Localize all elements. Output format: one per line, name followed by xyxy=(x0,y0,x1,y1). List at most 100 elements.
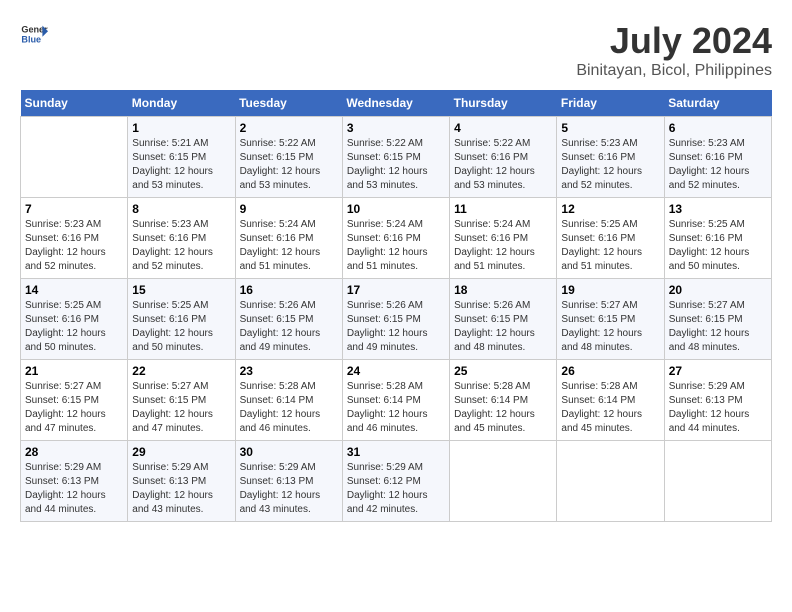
day-number: 28 xyxy=(25,445,123,459)
calendar-cell: 16 Sunrise: 5:26 AMSunset: 6:15 PMDayligh… xyxy=(235,279,342,360)
calendar-cell: 4Sunrise: 5:22 AMSunset: 6:16 PMDaylight… xyxy=(450,117,557,198)
title-area: July 2024 Binitayan, Bicol, Philippines xyxy=(576,20,772,80)
calendar-cell: 17 Sunrise: 5:26 AMSunset: 6:15 PMDayligh… xyxy=(342,279,449,360)
day-info: Sunrise: 5:28 AMSunset: 6:14 PMDaylight:… xyxy=(240,380,338,436)
day-number: 29 xyxy=(132,445,230,459)
day-number: 25 xyxy=(454,364,552,378)
calendar-table: SundayMondayTuesdayWednesdayThursdayFrid… xyxy=(20,90,772,522)
calendar-cell: 11Sunrise: 5:24 AMSunset: 6:16 PMDayligh… xyxy=(450,198,557,279)
day-info: Sunrise: 5:24 AMSunset: 6:16 PMDaylight:… xyxy=(240,218,338,274)
calendar-cell: 2 Sunrise: 5:22 AMSunset: 6:15 PMDaylight… xyxy=(235,117,342,198)
day-number: 21 xyxy=(25,364,123,378)
header-day: Wednesday xyxy=(342,90,449,117)
day-info: Sunrise: 5:25 AMSunset: 6:16 PMDaylight:… xyxy=(561,218,659,274)
svg-text:Blue: Blue xyxy=(21,34,41,44)
day-info: Sunrise: 5:22 AMSunset: 6:15 PMDaylight:… xyxy=(240,137,338,193)
day-info: Sunrise: 5:23 AMSunset: 6:16 PMDaylight:… xyxy=(669,137,767,193)
calendar-cell: 13Sunrise: 5:25 AMSunset: 6:16 PMDayligh… xyxy=(664,198,771,279)
header-day: Saturday xyxy=(664,90,771,117)
calendar-cell: 27 Sunrise: 5:29 AMSunset: 6:13 PMDayligh… xyxy=(664,360,771,441)
calendar-cell: 5 Sunrise: 5:23 AMSunset: 6:16 PMDaylight… xyxy=(557,117,664,198)
day-info: Sunrise: 5:27 AMSunset: 6:15 PMDaylight:… xyxy=(669,299,767,355)
day-number: 22 xyxy=(132,364,230,378)
calendar-cell: 22 Sunrise: 5:27 AMSunset: 6:15 PMDayligh… xyxy=(128,360,235,441)
day-info: Sunrise: 5:27 AMSunset: 6:15 PMDaylight:… xyxy=(25,380,123,436)
logo-icon: General Blue xyxy=(20,20,48,48)
day-info: Sunrise: 5:29 AMSunset: 6:13 PMDaylight:… xyxy=(669,380,767,436)
calendar-cell: 14 Sunrise: 5:25 AMSunset: 6:16 PMDayligh… xyxy=(21,279,128,360)
day-info: Sunrise: 5:26 AMSunset: 6:15 PMDaylight:… xyxy=(454,299,552,355)
calendar-cell: 7 Sunrise: 5:23 AMSunset: 6:16 PMDaylight… xyxy=(21,198,128,279)
day-number: 2 xyxy=(240,121,338,135)
day-info: Sunrise: 5:26 AMSunset: 6:15 PMDaylight:… xyxy=(240,299,338,355)
day-number: 7 xyxy=(25,202,123,216)
day-info: Sunrise: 5:23 AMSunset: 6:16 PMDaylight:… xyxy=(561,137,659,193)
calendar-cell: 19 Sunrise: 5:27 AMSunset: 6:15 PMDayligh… xyxy=(557,279,664,360)
calendar-cell: 1 Sunrise: 5:21 AMSunset: 6:15 PMDaylight… xyxy=(128,117,235,198)
day-number: 27 xyxy=(669,364,767,378)
day-number: 14 xyxy=(25,283,123,297)
day-info: Sunrise: 5:29 AMSunset: 6:13 PMDaylight:… xyxy=(132,461,230,517)
day-number: 30 xyxy=(240,445,338,459)
calendar-cell: 8Sunrise: 5:23 AMSunset: 6:16 PMDaylight… xyxy=(128,198,235,279)
day-info: Sunrise: 5:29 AMSunset: 6:12 PMDaylight:… xyxy=(347,461,445,517)
calendar-cell: 12 Sunrise: 5:25 AMSunset: 6:16 PMDayligh… xyxy=(557,198,664,279)
day-info: Sunrise: 5:28 AMSunset: 6:14 PMDaylight:… xyxy=(561,380,659,436)
day-number: 24 xyxy=(347,364,445,378)
day-info: Sunrise: 5:21 AMSunset: 6:15 PMDaylight:… xyxy=(132,137,230,193)
day-number: 10 xyxy=(347,202,445,216)
day-number: 19 xyxy=(561,283,659,297)
calendar-cell: 24 Sunrise: 5:28 AMSunset: 6:14 PMDayligh… xyxy=(342,360,449,441)
day-info: Sunrise: 5:27 AMSunset: 6:15 PMDaylight:… xyxy=(132,380,230,436)
day-number: 6 xyxy=(669,121,767,135)
page-header: General Blue July 2024 Binitayan, Bicol,… xyxy=(20,20,772,80)
day-number: 11 xyxy=(454,202,552,216)
header-day: Tuesday xyxy=(235,90,342,117)
day-number: 12 xyxy=(561,202,659,216)
day-number: 15 xyxy=(132,283,230,297)
day-number: 20 xyxy=(669,283,767,297)
day-number: 17 xyxy=(347,283,445,297)
calendar-cell: 9Sunrise: 5:24 AMSunset: 6:16 PMDaylight… xyxy=(235,198,342,279)
calendar-week-row: 14 Sunrise: 5:25 AMSunset: 6:16 PMDayligh… xyxy=(21,279,772,360)
day-number: 5 xyxy=(561,121,659,135)
calendar-cell: 18 Sunrise: 5:26 AMSunset: 6:15 PMDayligh… xyxy=(450,279,557,360)
day-info: Sunrise: 5:28 AMSunset: 6:14 PMDaylight:… xyxy=(347,380,445,436)
calendar-cell: 28 Sunrise: 5:29 AMSunset: 6:13 PMDayligh… xyxy=(21,441,128,522)
day-number: 26 xyxy=(561,364,659,378)
calendar-cell: 20 Sunrise: 5:27 AMSunset: 6:15 PMDayligh… xyxy=(664,279,771,360)
calendar-cell: 25Sunrise: 5:28 AMSunset: 6:14 PMDayligh… xyxy=(450,360,557,441)
calendar-cell: 30 Sunrise: 5:29 AMSunset: 6:13 PMDayligh… xyxy=(235,441,342,522)
day-number: 18 xyxy=(454,283,552,297)
day-number: 23 xyxy=(240,364,338,378)
calendar-cell: 31Sunrise: 5:29 AMSunset: 6:12 PMDayligh… xyxy=(342,441,449,522)
header-day: Thursday xyxy=(450,90,557,117)
calendar-cell: 26 Sunrise: 5:28 AMSunset: 6:14 PMDayligh… xyxy=(557,360,664,441)
calendar-cell: 6 Sunrise: 5:23 AMSunset: 6:16 PMDaylight… xyxy=(664,117,771,198)
day-number: 3 xyxy=(347,121,445,135)
calendar-week-row: 7 Sunrise: 5:23 AMSunset: 6:16 PMDaylight… xyxy=(21,198,772,279)
day-info: Sunrise: 5:22 AMSunset: 6:15 PMDaylight:… xyxy=(347,137,445,193)
day-info: Sunrise: 5:29 AMSunset: 6:13 PMDaylight:… xyxy=(240,461,338,517)
day-info: Sunrise: 5:27 AMSunset: 6:15 PMDaylight:… xyxy=(561,299,659,355)
day-info: Sunrise: 5:25 AMSunset: 6:16 PMDaylight:… xyxy=(25,299,123,355)
calendar-week-row: 21 Sunrise: 5:27 AMSunset: 6:15 PMDayligh… xyxy=(21,360,772,441)
header-day: Monday xyxy=(128,90,235,117)
calendar-cell: 21 Sunrise: 5:27 AMSunset: 6:15 PMDayligh… xyxy=(21,360,128,441)
calendar-cell: 23 Sunrise: 5:28 AMSunset: 6:14 PMDayligh… xyxy=(235,360,342,441)
calendar-cell: 29 Sunrise: 5:29 AMSunset: 6:13 PMDayligh… xyxy=(128,441,235,522)
day-info: Sunrise: 5:23 AMSunset: 6:16 PMDaylight:… xyxy=(132,218,230,274)
calendar-cell: 3 Sunrise: 5:22 AMSunset: 6:15 PMDaylight… xyxy=(342,117,449,198)
header-day: Friday xyxy=(557,90,664,117)
calendar-cell xyxy=(450,441,557,522)
day-info: Sunrise: 5:25 AMSunset: 6:16 PMDaylight:… xyxy=(669,218,767,274)
logo: General Blue xyxy=(20,20,48,48)
day-number: 16 xyxy=(240,283,338,297)
day-number: 1 xyxy=(132,121,230,135)
main-title: July 2024 xyxy=(576,20,772,62)
day-info: Sunrise: 5:26 AMSunset: 6:15 PMDaylight:… xyxy=(347,299,445,355)
day-info: Sunrise: 5:23 AMSunset: 6:16 PMDaylight:… xyxy=(25,218,123,274)
calendar-cell xyxy=(21,117,128,198)
day-info: Sunrise: 5:25 AMSunset: 6:16 PMDaylight:… xyxy=(132,299,230,355)
day-info: Sunrise: 5:29 AMSunset: 6:13 PMDaylight:… xyxy=(25,461,123,517)
